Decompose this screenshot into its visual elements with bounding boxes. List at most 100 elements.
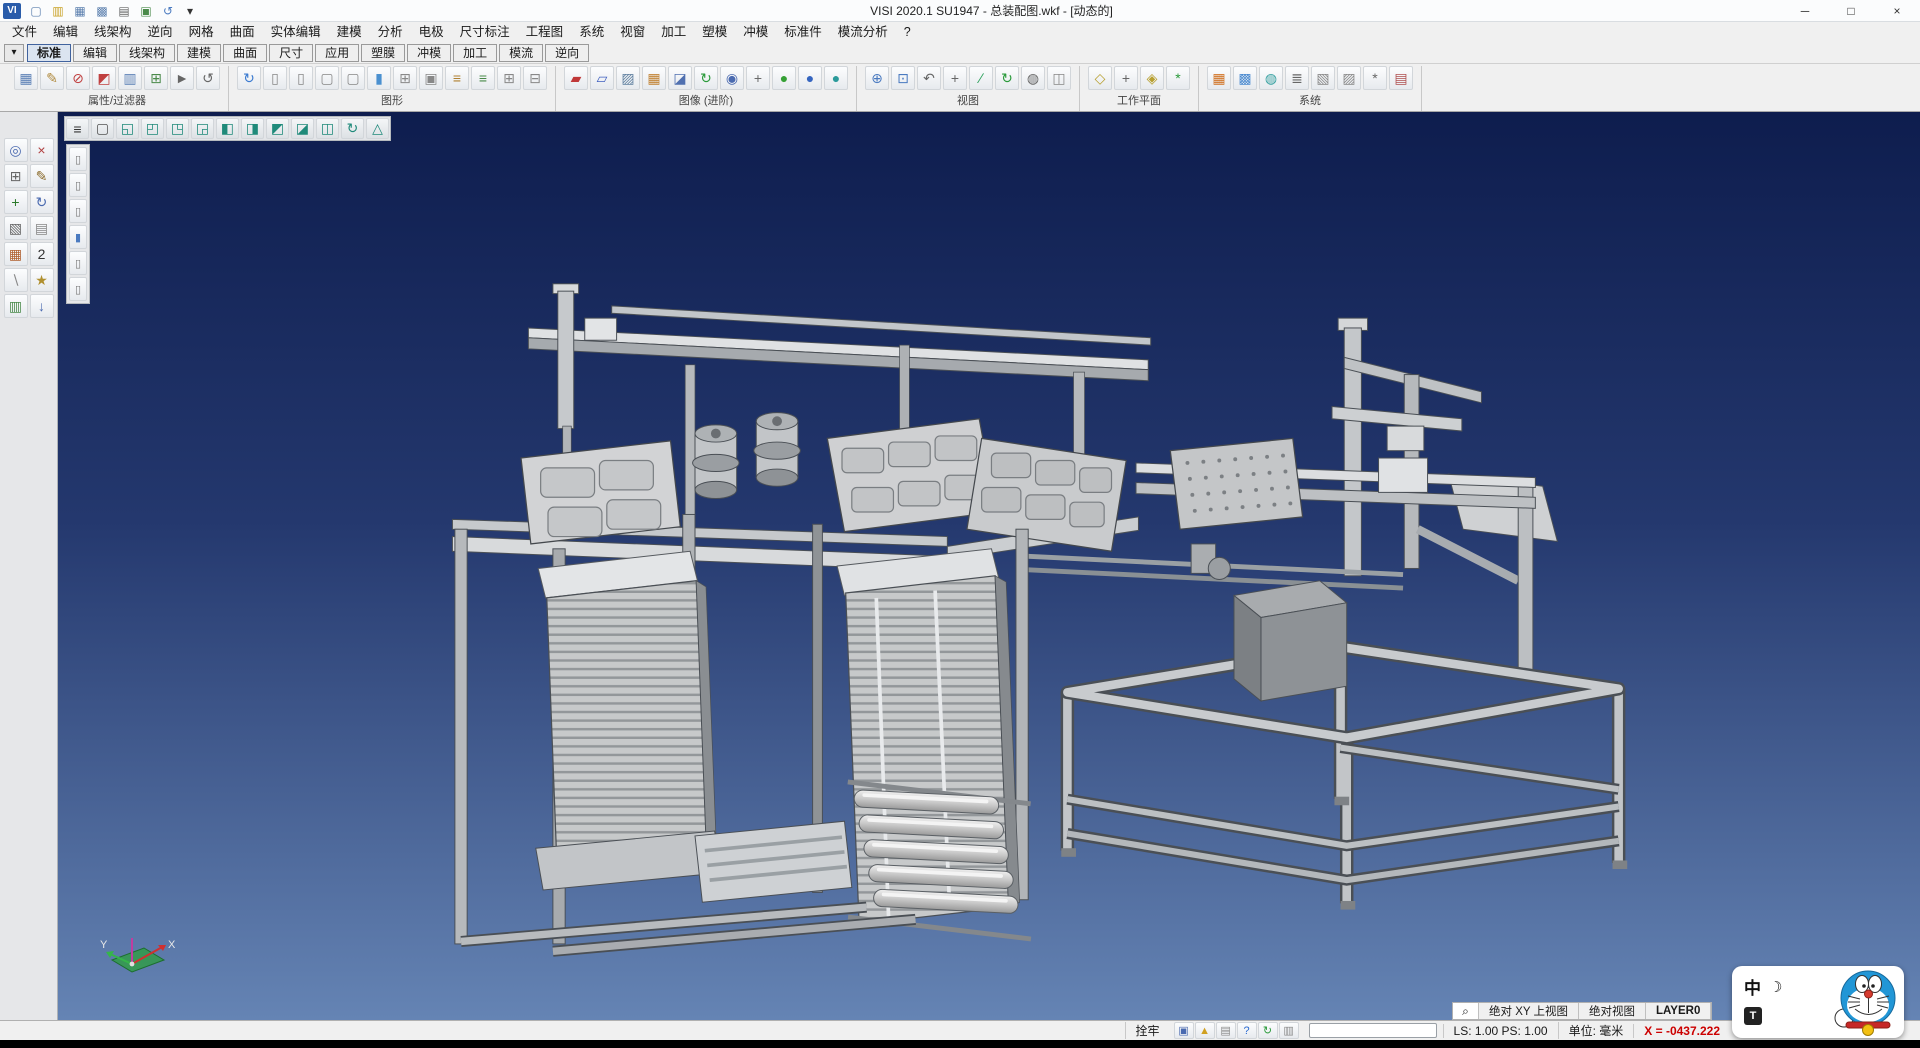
ribbon-tab[interactable]: 建模 <box>177 44 221 62</box>
notebook-icon[interactable]: ▤ <box>30 216 54 240</box>
snap-toggle[interactable]: 拴牢 <box>1125 1022 1170 1039</box>
menu-item[interactable]: 编辑 <box>45 22 86 42</box>
menu-item[interactable]: ? <box>896 22 919 42</box>
box-icon[interactable]: ▣ <box>419 66 443 90</box>
undo-icon[interactable]: ↺ <box>157 2 179 20</box>
status-alert-icon[interactable]: ▲ <box>1195 1022 1215 1039</box>
rotate-icon[interactable]: ↻ <box>30 190 54 214</box>
snap-grid-icon[interactable]: ⊞ <box>4 164 28 188</box>
ribbon-tab[interactable]: 线架构 <box>119 44 175 62</box>
workplane-icon[interactable]: ◇ <box>1088 66 1112 90</box>
palette-icon[interactable]: ▦ <box>4 242 28 266</box>
layer-filter-icon[interactable]: ▥ <box>118 66 142 90</box>
clipboard-slot-5-icon[interactable]: ▯ <box>69 251 87 275</box>
hide-entities-icon[interactable]: ◍ <box>1021 66 1045 90</box>
view-front-icon[interactable]: ◳ <box>166 118 189 139</box>
menu-item[interactable]: 工程图 <box>518 22 572 42</box>
export-icon[interactable]: ↓ <box>30 294 54 318</box>
plot-icon[interactable]: ▣ <box>135 2 157 20</box>
element-filter-icon[interactable]: ⊘ <box>66 66 90 90</box>
view-iso-se-icon[interactable]: ◪ <box>291 118 314 139</box>
minimize-button[interactable]: ─ <box>1782 0 1828 21</box>
view-rotate-icon[interactable]: ↻ <box>341 118 364 139</box>
menu-item[interactable]: 塑模 <box>694 22 735 42</box>
clipboard-slot-1-icon[interactable]: ▯ <box>69 147 87 171</box>
qat-dropdown-icon[interactable]: ▾ <box>179 2 201 20</box>
system-layers-icon[interactable]: ≣ <box>1285 66 1309 90</box>
rotate-view-icon[interactable]: ↻ <box>995 66 1019 90</box>
ribbon-tab[interactable]: 模流 <box>499 44 543 62</box>
color-filter-icon[interactable]: ◩ <box>92 66 116 90</box>
menu-item[interactable]: 冲模 <box>735 22 776 42</box>
scale-status[interactable]: LS: 1.00 PS: 1.00 <box>1443 1024 1558 1038</box>
ribbon-tab[interactable]: 标准 <box>27 44 71 62</box>
render-icon[interactable]: ▧ <box>4 216 28 240</box>
sphere-blue-icon[interactable]: ● <box>798 66 822 90</box>
close-button[interactable]: × <box>1874 0 1920 21</box>
save-icon[interactable]: ▦ <box>69 2 91 20</box>
settings-icon[interactable]: * <box>1363 66 1387 90</box>
status-image-icon[interactable]: ▣ <box>1174 1022 1194 1039</box>
edge-display-icon[interactable]: ◪ <box>668 66 692 90</box>
layers-filter-icon[interactable]: ▦ <box>14 66 38 90</box>
delete-icon[interactable]: × <box>30 138 54 162</box>
menu-item[interactable]: 线架构 <box>86 22 140 42</box>
menu-item[interactable]: 建模 <box>329 22 370 42</box>
measure-icon[interactable]: ∕ <box>969 66 993 90</box>
magnifier-icon[interactable]: ◎ <box>4 138 28 162</box>
magnify-icon[interactable]: ◉ <box>720 66 744 90</box>
sphere-teal-icon[interactable]: ● <box>824 66 848 90</box>
search-icon[interactable]: ⌕ <box>1453 1003 1479 1019</box>
zoom-all-icon[interactable]: ⊕ <box>865 66 889 90</box>
menu-item[interactable]: 曲面 <box>222 22 263 42</box>
view-dynamic-icon[interactable]: △ <box>366 118 389 139</box>
color-grid-icon[interactable]: ▦ <box>1207 66 1231 90</box>
workplane-view-icon[interactable]: ◈ <box>1140 66 1164 90</box>
cylinder-icon[interactable]: ▯ <box>263 66 287 90</box>
ribbon-tab[interactable]: 尺寸 <box>269 44 313 62</box>
menu-item[interactable]: 分析 <box>370 22 411 42</box>
ime-language-indicator[interactable]: 中 <box>1744 974 1761 999</box>
arrow-select-icon[interactable]: ► <box>170 66 194 90</box>
ungroup-icon[interactable]: ⊟ <box>523 66 547 90</box>
view-status-segment[interactable]: 绝对 XY 上视图 <box>1479 1003 1579 1019</box>
status-layer-icon[interactable]: ▥ <box>1279 1022 1299 1039</box>
3d-viewport[interactable]: ≡▢◱◰◳◲◧◨◩◪◫↻△ ▯▯▯▮▯▯ X Y <box>58 112 1920 1020</box>
refresh-view-icon[interactable]: ↻ <box>694 66 718 90</box>
texture-icon[interactable]: ▦ <box>642 66 666 90</box>
roundrect-icon[interactable]: ▢ <box>315 66 339 90</box>
view-menu-icon[interactable]: ≡ <box>66 118 89 139</box>
print-icon[interactable]: ▤ <box>113 2 135 20</box>
save-all-icon[interactable]: ▩ <box>91 2 113 20</box>
shading-icon[interactable]: ▰ <box>564 66 588 90</box>
mosaic-icon[interactable]: ▩ <box>1233 66 1257 90</box>
view-top-icon[interactable]: ◰ <box>141 118 164 139</box>
ribbon-tab[interactable]: 编辑 <box>73 44 117 62</box>
status-refresh-icon[interactable]: ↻ <box>1258 1022 1278 1039</box>
clipboard-slot-3-icon[interactable]: ▯ <box>69 199 87 223</box>
menu-item[interactable]: 模流分析 <box>830 22 896 42</box>
layer-stack-alt-icon[interactable]: ≡ <box>471 66 495 90</box>
report-icon[interactable]: ▤ <box>1389 66 1413 90</box>
hatch-icon[interactable]: ▧ <box>1311 66 1335 90</box>
view-left-icon[interactable]: ◨ <box>241 118 264 139</box>
ribbon-tab[interactable]: 塑膜 <box>361 44 405 62</box>
chart-icon[interactable]: ▥ <box>4 294 28 318</box>
ribbon-tab[interactable]: 冲模 <box>407 44 451 62</box>
ribbon-tab[interactable]: 逆向 <box>545 44 589 62</box>
ribbon-tab[interactable]: 应用 <box>315 44 359 62</box>
open-file-icon[interactable]: ▥ <box>47 2 69 20</box>
view-status-segment[interactable]: LAYER0 <box>1646 1003 1711 1019</box>
menu-item[interactable]: 实体编辑 <box>263 22 329 42</box>
ime-moon-icon[interactable]: ☽ <box>1769 978 1782 996</box>
pattern-icon[interactable]: ▨ <box>1337 66 1361 90</box>
section-view-icon[interactable]: ◫ <box>1047 66 1071 90</box>
status-help-icon[interactable]: ? <box>1237 1022 1257 1039</box>
refresh-graphics-icon[interactable]: ↻ <box>237 66 261 90</box>
menu-item[interactable]: 逆向 <box>140 22 181 42</box>
dynamic-view-icon[interactable]: + <box>746 66 770 90</box>
menu-item[interactable]: 视窗 <box>612 22 653 42</box>
hidden-line-icon[interactable]: ▨ <box>616 66 640 90</box>
highlight-cylinder-icon[interactable]: ▮ <box>367 66 391 90</box>
box-pair-icon[interactable]: ⊞ <box>393 66 417 90</box>
